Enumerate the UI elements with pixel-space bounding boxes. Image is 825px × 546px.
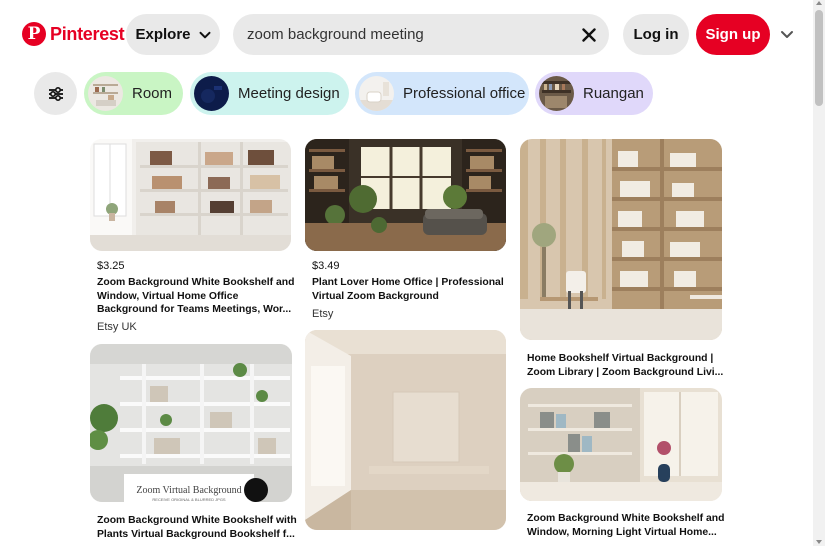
- pin-title-line: Plants Virtual Background Bookshelf f...: [97, 528, 295, 540]
- filter-button[interactable]: [34, 72, 77, 115]
- pin-source[interactable]: Etsy: [312, 308, 333, 320]
- pin-title[interactable]: Home Bookshelf Virtual Background | Zoom…: [527, 352, 727, 379]
- pin-title-line: Zoom Background White Bookshelf and: [527, 513, 725, 524]
- chip-label: Ruangan: [583, 85, 644, 102]
- chevron-down-icon: [199, 31, 211, 38]
- pin-title-line: Plant Lover Home Office | Professional: [312, 277, 504, 288]
- scroll-down-arrow-icon[interactable]: [816, 540, 822, 544]
- chip-ruangan[interactable]: Ruangan: [535, 72, 653, 115]
- pin-title-line: Background for Teams Meetings, Wor...: [97, 304, 292, 316]
- pin-image[interactable]: Zoom Virtual Background RECEIVE ORIGINAL…: [90, 344, 292, 502]
- pin-price: $3.49: [312, 260, 340, 272]
- chip-label: Professional office: [403, 85, 526, 102]
- watermark-subtitle: RECEIVE ORIGINAL & BLURRED JPGS: [152, 497, 226, 502]
- pin-image[interactable]: [520, 388, 722, 501]
- pinterest-logo-icon: P: [22, 22, 46, 46]
- logo-wordmark: Pinterest: [50, 23, 125, 44]
- chip-meeting-design[interactable]: Meeting design: [190, 72, 349, 115]
- chip-professional-office[interactable]: Professional office: [355, 72, 529, 115]
- watermark-title: Zoom Virtual Background: [136, 485, 241, 496]
- pin-source[interactable]: Etsy UK: [97, 321, 137, 333]
- pin-title-line: Zoom Background White Bookshelf and: [97, 277, 295, 288]
- pin-title-line: Zoom Library | Zoom Background Livi...: [527, 366, 724, 378]
- clear-search-icon[interactable]: [568, 14, 609, 55]
- chip-thumbnail: [88, 76, 123, 111]
- login-button[interactable]: Log in: [623, 14, 689, 55]
- pin-title[interactable]: Zoom Background White Bookshelf and Wind…: [97, 276, 297, 317]
- chip-thumbnail: [539, 76, 574, 111]
- chip-room[interactable]: Room: [84, 72, 183, 115]
- chip-label: Meeting design: [238, 85, 340, 102]
- top-nav: P Pinterest Explore zoom background meet…: [0, 0, 813, 70]
- pin-image[interactable]: [90, 139, 291, 251]
- scroll-up-arrow-icon[interactable]: [816, 1, 822, 5]
- pin-title-line: Window, Virtual Home Office: [97, 290, 239, 302]
- pin-title[interactable]: Plant Lover Home Office | Professional V…: [312, 276, 512, 303]
- pin-title-line: Zoom Background White Bookshelf with: [97, 515, 297, 526]
- explore-button[interactable]: Explore: [126, 14, 220, 55]
- pin-image[interactable]: [305, 330, 506, 530]
- chip-thumbnail: [194, 76, 229, 111]
- pin-image[interactable]: [305, 139, 506, 251]
- signup-button[interactable]: Sign up: [696, 14, 770, 55]
- pin-price: $3.25: [97, 260, 125, 272]
- pin-title-line: Window, Morning Light Virtual Home...: [527, 526, 717, 538]
- pin-title-line: Virtual Zoom Background: [312, 290, 439, 302]
- pin-title-line: Home Bookshelf Virtual Background |: [527, 353, 714, 364]
- pinterest-logo[interactable]: P Pinterest: [22, 22, 125, 46]
- explore-label: Explore: [135, 26, 191, 43]
- pin-image[interactable]: [520, 139, 722, 340]
- chip-label: Room: [132, 85, 173, 102]
- sliders-icon: [48, 86, 63, 101]
- page-scrollbar[interactable]: [813, 0, 825, 546]
- chevron-down-icon[interactable]: [779, 26, 795, 42]
- search-bar[interactable]: zoom background meeting: [233, 14, 609, 55]
- scrollbar-thumb[interactable]: [815, 10, 823, 106]
- pin-title[interactable]: Zoom Background White Bookshelf with Pla…: [97, 514, 297, 541]
- search-input[interactable]: zoom background meeting: [247, 26, 568, 43]
- pin-title[interactable]: Zoom Background White Bookshelf and Wind…: [527, 512, 727, 539]
- chip-thumbnail: [359, 76, 394, 111]
